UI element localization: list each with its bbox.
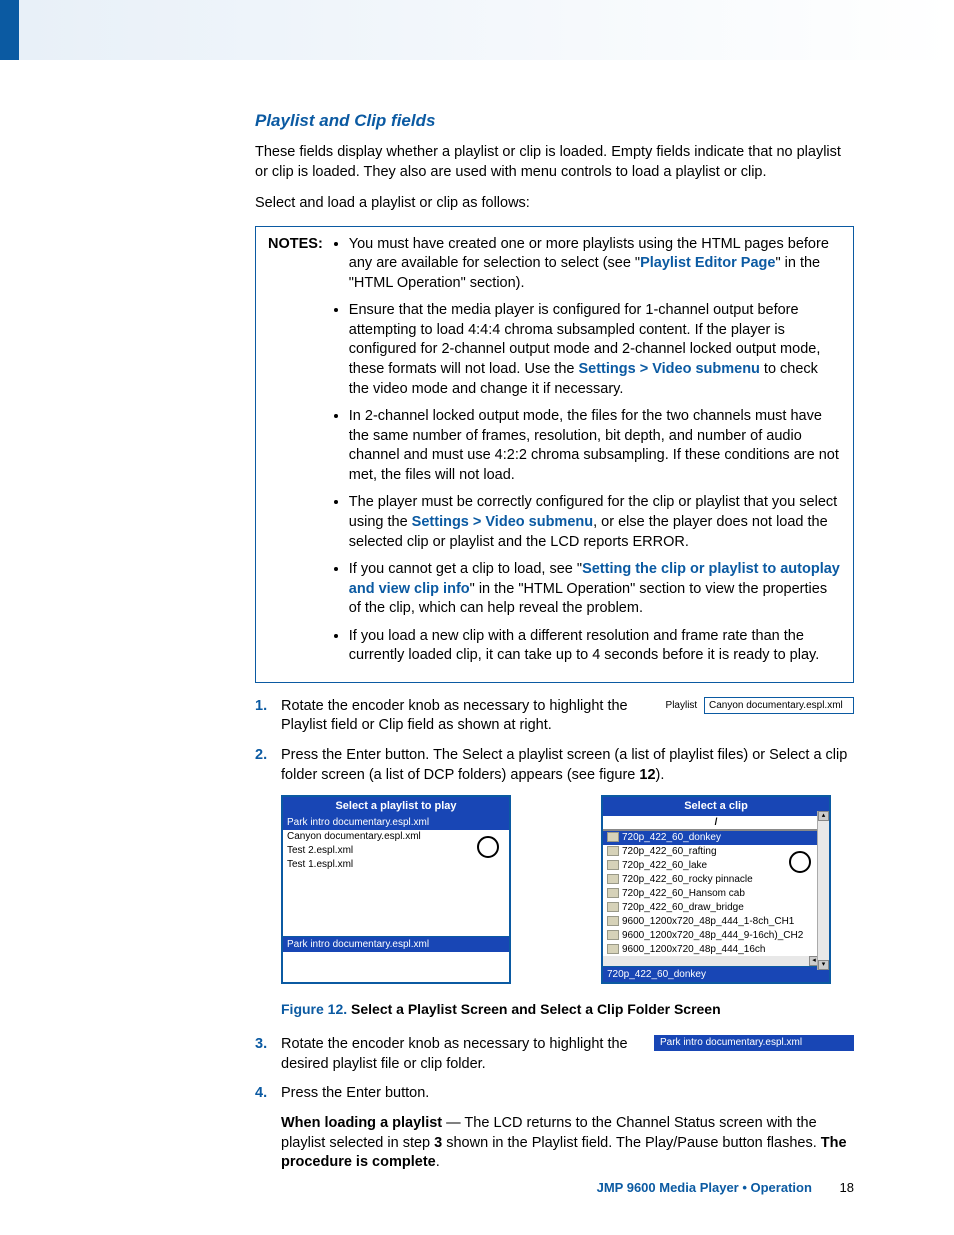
notes-box: NOTES: You must have created one or more… — [255, 226, 854, 683]
clip-list: 720p_422_60_donkey 720p_422_60_rafting 7… — [603, 830, 829, 956]
horizontal-scrollbar[interactable]: ◂ ▸ — [603, 956, 829, 966]
playlist-field-example: Playlist Canyon documentary.espl.xml — [666, 697, 854, 715]
note-item: If you load a new clip with a different … — [349, 627, 841, 666]
playlist-status-bar: Park intro documentary.espl.xml — [283, 936, 509, 953]
note-item: Ensure that the media player is configur… — [349, 301, 841, 399]
list-item[interactable]: 9600_1200x720_48p_444_1-8ch_CH1 — [603, 915, 817, 929]
clip-screen-title: Select a clip — [603, 797, 829, 816]
playlist-screen: Select a playlist to play Park intro doc… — [281, 795, 511, 984]
intro-paragraph-2: Select and load a playlist or clip as fo… — [255, 194, 854, 214]
figure-caption: Figure 12. Select a Playlist Screen and … — [281, 1000, 854, 1019]
list-item[interactable]: 720p_422_60_donkey — [603, 831, 817, 845]
encoder-knob-icon — [477, 836, 499, 858]
list-item[interactable]: 9600_1200x720_48p_444_9-16ch)_CH2 — [603, 929, 817, 943]
list-item[interactable]: 720p_422_60_rafting — [603, 845, 817, 859]
encoder-knob-icon — [789, 851, 811, 873]
list-item[interactable]: 9600_1200x720_48p_444_16ch — [603, 943, 817, 956]
note-item: In 2-channel locked output mode, the fil… — [349, 407, 841, 485]
link-settings-video-2[interactable]: Settings > Video submenu — [412, 514, 593, 530]
note-item: The player must be correctly configured … — [349, 493, 841, 552]
step-4: Press the Enter button. — [255, 1084, 854, 1104]
steps-list-cont: Rotate the encoder knob as necessary to … — [255, 1035, 854, 1104]
playlist-value-box: Canyon documentary.espl.xml — [704, 697, 854, 715]
steps-list: Rotate the encoder knob as necessary to … — [255, 697, 854, 785]
link-playlist-editor[interactable]: Playlist Editor Page — [640, 255, 775, 271]
step-3: Rotate the encoder knob as necessary to … — [255, 1035, 854, 1074]
page-number: 18 — [840, 1180, 854, 1195]
list-item[interactable]: 720p_422_60_Hansom cab — [603, 887, 817, 901]
clip-column-header: / — [603, 816, 829, 830]
selected-file-bar: Park intro documentary.espl.xml — [654, 1035, 854, 1051]
list-item[interactable]: 720p_422_60_draw_bridge — [603, 901, 817, 915]
notes-list: You must have created one or more playli… — [329, 235, 841, 674]
list-item[interactable]: 720p_422_60_lake — [603, 859, 817, 873]
list-item[interactable]: Canyon documentary.espl.xml — [283, 830, 509, 844]
notes-label: NOTES: — [268, 235, 323, 674]
section-heading: Playlist and Clip fields — [255, 110, 854, 133]
scroll-up-icon[interactable]: ▴ — [818, 811, 829, 821]
list-item[interactable]: Park intro documentary.espl.xml — [283, 816, 509, 830]
step-2: Press the Enter button. The Select a pla… — [255, 746, 854, 785]
step-4-detail: When loading a playlist — The LCD return… — [281, 1114, 854, 1173]
scroll-down-icon[interactable]: ▾ — [818, 960, 829, 970]
list-item[interactable]: Test 1.espl.xml — [283, 858, 509, 872]
clip-screen: Select a clip / 720p_422_60_donkey 720p_… — [601, 795, 831, 984]
playlist-screen-title: Select a playlist to play — [283, 797, 509, 816]
page-content: Playlist and Clip fields These fields di… — [0, 60, 954, 1173]
vertical-scrollbar[interactable]: ▴ ▾ — [817, 811, 829, 970]
step-1: Rotate the encoder knob as necessary to … — [255, 697, 854, 736]
note-item: If you cannot get a clip to load, see "S… — [349, 560, 841, 619]
note-item: You must have created one or more playli… — [349, 235, 841, 294]
intro-paragraph-1: These fields display whether a playlist … — [255, 143, 854, 182]
playlist-list: Park intro documentary.espl.xml Canyon d… — [283, 816, 509, 936]
list-item[interactable]: Test 2.espl.xml — [283, 844, 509, 858]
figure-row: Select a playlist to play Park intro doc… — [281, 795, 854, 984]
link-settings-video[interactable]: Settings > Video submenu — [578, 361, 759, 377]
clip-status-bar: 720p_422_60_donkey — [603, 966, 829, 983]
list-item[interactable]: 720p_422_60_rocky pinnacle — [603, 873, 817, 887]
page-header-bar — [0, 0, 954, 60]
page-footer: JMP 9600 Media Player • Operation 18 — [597, 1180, 854, 1195]
